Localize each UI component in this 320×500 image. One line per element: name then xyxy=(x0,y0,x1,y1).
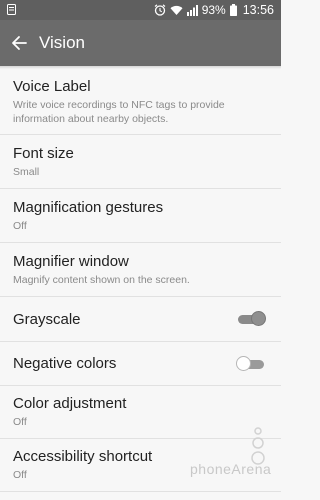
item-label: Magnifier window xyxy=(13,252,129,270)
signal-icon xyxy=(186,4,198,16)
negative-colors-toggle[interactable] xyxy=(236,355,266,372)
action-bar: Vision xyxy=(0,20,281,66)
voice-label-item[interactable]: Voice Label Write voice recordings to NF… xyxy=(0,69,281,135)
grayscale-item[interactable]: Grayscale xyxy=(0,297,281,342)
toggle-knob xyxy=(251,311,266,326)
item-label: Font size xyxy=(13,144,74,162)
item-label: Negative colors xyxy=(13,355,117,372)
magnification-gestures-item[interactable]: Magnification gestures Off xyxy=(0,189,281,243)
battery-percent: 93% xyxy=(201,3,226,17)
item-summary: Write voice recordings to NFC tags to pr… xyxy=(13,98,225,125)
toggle-knob xyxy=(236,355,251,371)
item-summary: Magnify content shown on the screen. xyxy=(13,273,190,286)
back-arrow-icon[interactable] xyxy=(11,35,27,51)
magnifier-window-item[interactable]: Magnifier window Magnify content shown o… xyxy=(0,243,281,297)
notification-icon xyxy=(7,4,16,18)
accessibility-shortcut-item[interactable]: Accessibility shortcut Off xyxy=(0,439,281,492)
grayscale-toggle[interactable] xyxy=(236,311,266,327)
item-label: Accessibility shortcut xyxy=(13,448,153,465)
negative-colors-item[interactable]: Negative colors xyxy=(0,342,281,386)
battery-icon xyxy=(229,4,237,16)
alarm-icon xyxy=(154,4,166,16)
item-label: Grayscale xyxy=(13,310,81,328)
item-summary: Off xyxy=(13,416,27,428)
item-label: Voice Label xyxy=(13,77,91,95)
wifi-icon xyxy=(170,5,183,16)
item-label: Magnification gestures xyxy=(13,198,164,216)
clock: 13:56 xyxy=(242,3,274,17)
page-title: Vision xyxy=(39,33,85,52)
settings-list: Voice Label Write voice recordings to NF… xyxy=(0,69,281,492)
font-size-item[interactable]: Font size Small xyxy=(0,135,281,189)
item-summary: Off xyxy=(13,469,27,481)
item-summary: Off xyxy=(13,219,27,232)
item-summary: Small xyxy=(13,165,40,178)
item-label: Color adjustment xyxy=(13,395,127,412)
status-bar: 93% 13:56 xyxy=(0,0,281,20)
color-adjustment-item[interactable]: Color adjustment Off xyxy=(0,386,281,439)
